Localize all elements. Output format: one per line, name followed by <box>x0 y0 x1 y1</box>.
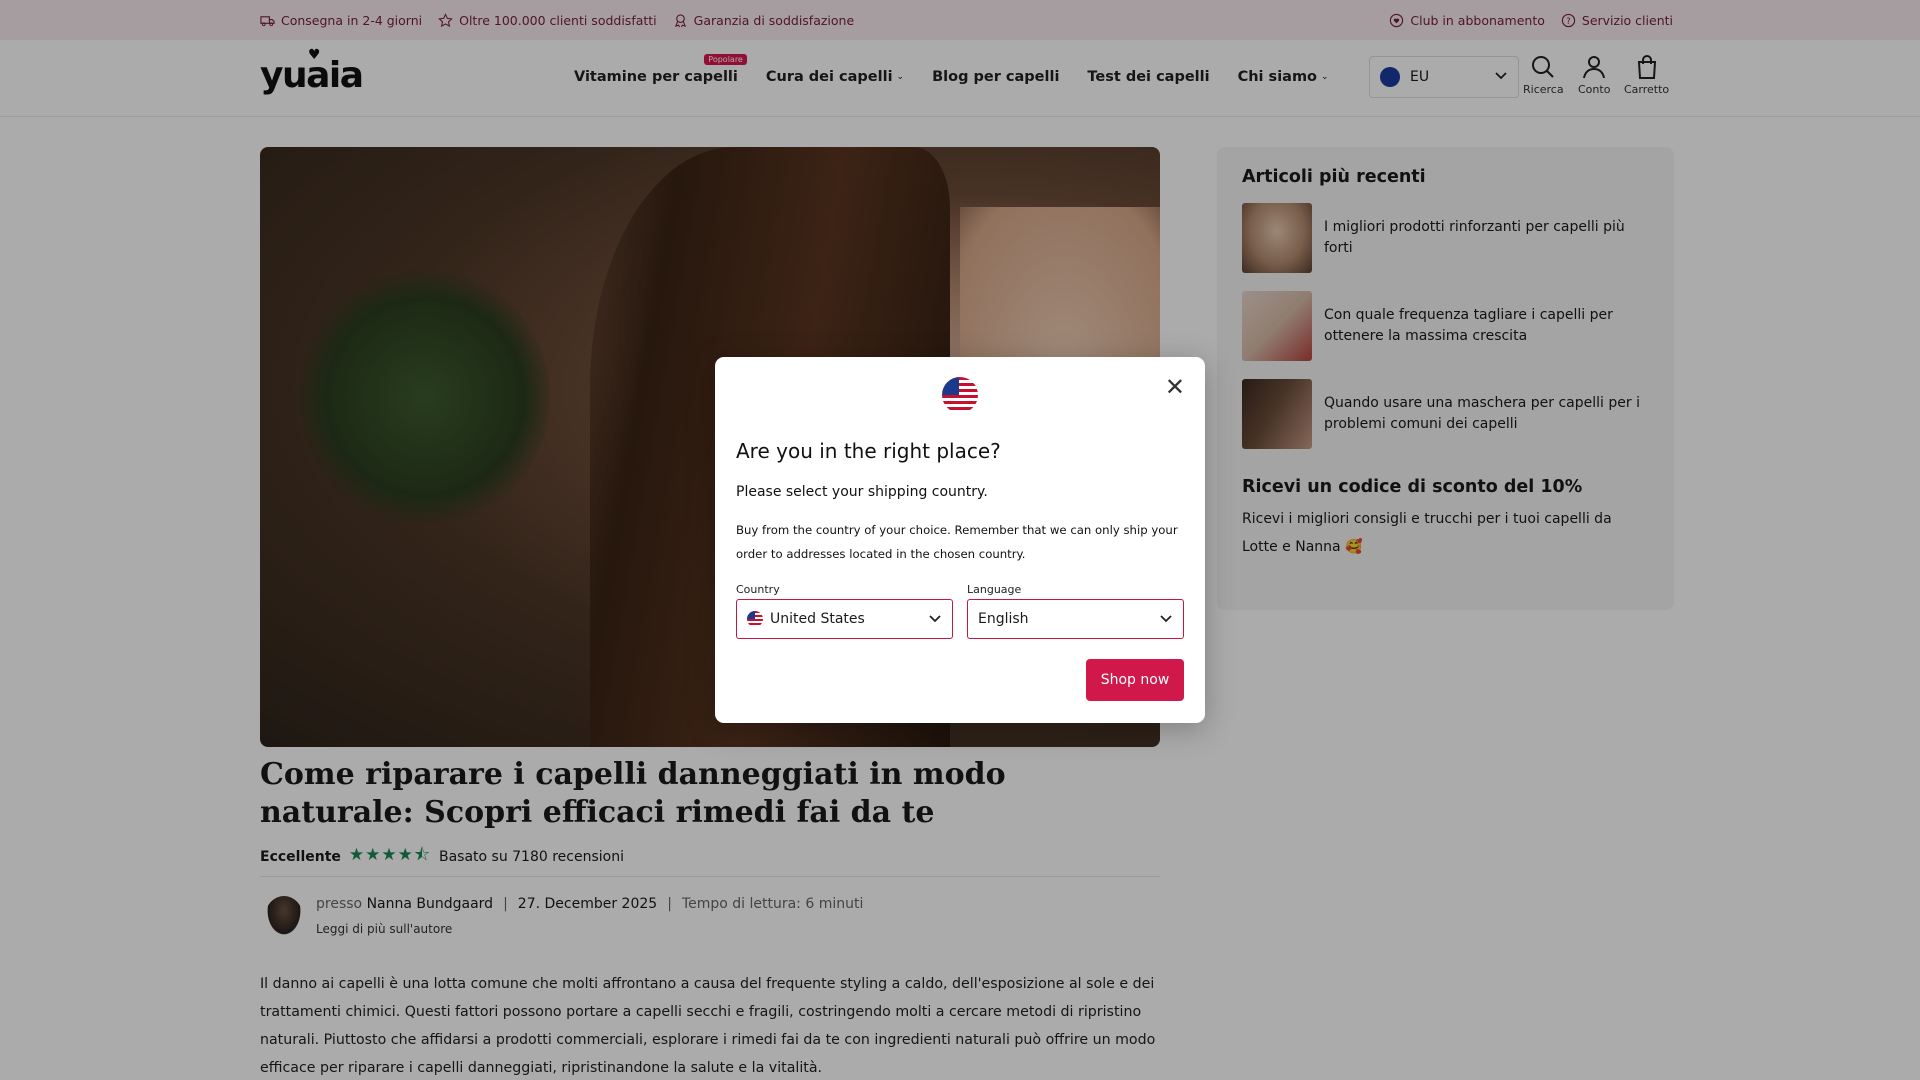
chevron-down-icon <box>928 611 942 628</box>
language-label: Language <box>967 583 1022 596</box>
country-label: Country <box>736 583 780 596</box>
us-flag-icon <box>942 377 978 413</box>
modal-subtitle: Please select your shipping country. <box>736 484 988 500</box>
modal-title: Are you in the right place? <box>736 439 1001 463</box>
us-flag-icon <box>747 611 763 627</box>
language-select[interactable]: English <box>967 599 1184 639</box>
chevron-down-icon <box>1159 611 1173 628</box>
country-select-modal: ✕ Are you in the right place? Please sel… <box>715 357 1205 723</box>
shop-now-button[interactable]: Shop now <box>1086 659 1184 701</box>
modal-description: Buy from the country of your choice. Rem… <box>736 523 1178 561</box>
country-value: United States <box>770 611 865 627</box>
country-select[interactable]: United States <box>736 599 953 639</box>
language-value: English <box>978 611 1029 627</box>
close-icon[interactable]: ✕ <box>1165 375 1185 399</box>
